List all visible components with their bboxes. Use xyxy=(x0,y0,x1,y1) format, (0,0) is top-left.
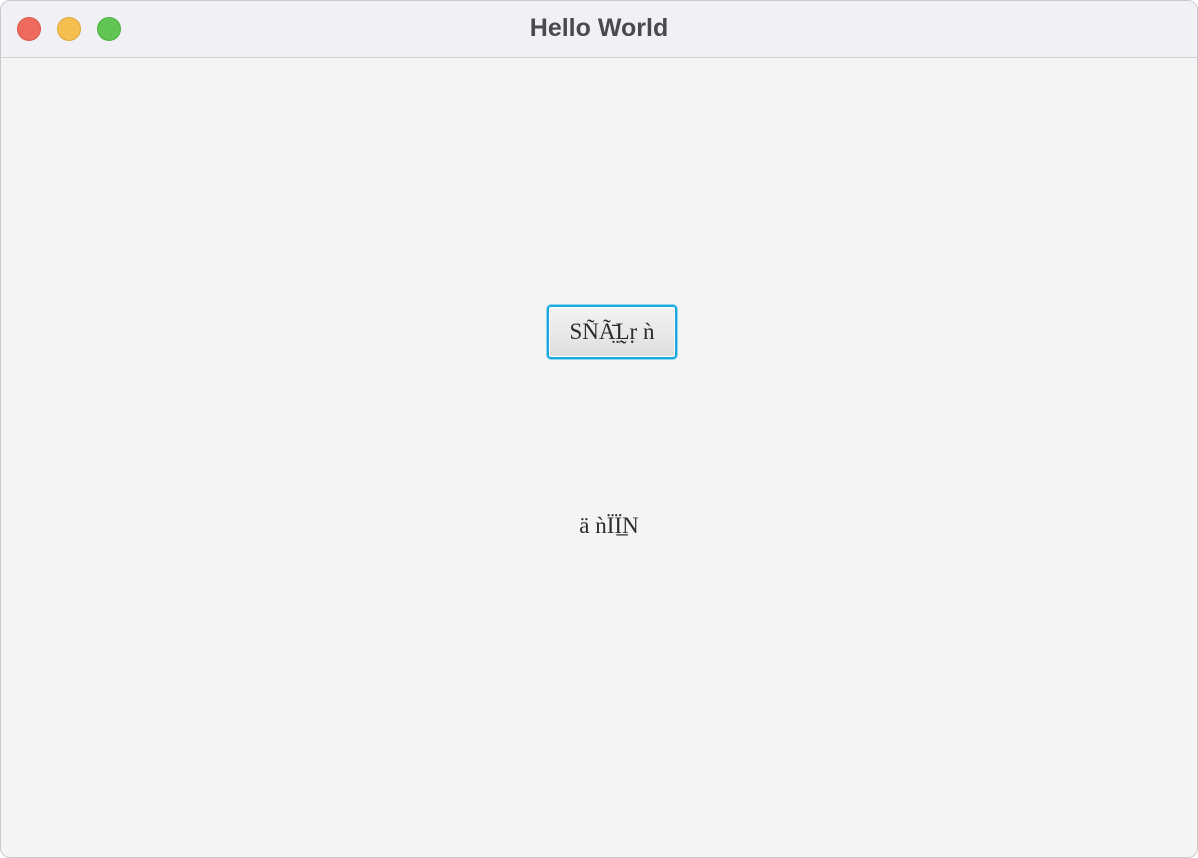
app-window: Hello World SÑÃ̤̄L̰ṛ ǹ ä ǹÏÏ̲N xyxy=(0,0,1198,858)
window-title: Hello World xyxy=(529,14,669,42)
output-label: ä ǹÏÏ̲N xyxy=(579,513,639,538)
action-button[interactable]: SÑÃ̤̄L̰ṛ ǹ xyxy=(547,305,677,359)
main-content: SÑÃ̤̄L̰ṛ ǹ ä ǹÏÏ̲N xyxy=(1,58,1197,857)
title-bar[interactable]: Hello World xyxy=(1,1,1197,58)
